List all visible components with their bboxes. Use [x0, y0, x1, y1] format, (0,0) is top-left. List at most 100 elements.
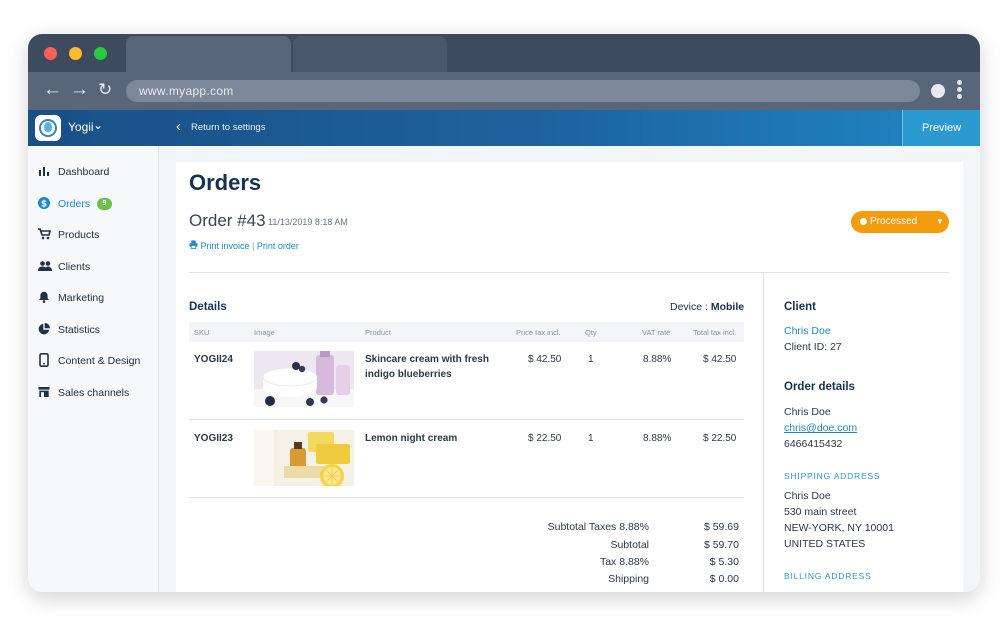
- browser-titlebar: [28, 34, 980, 72]
- sidebar-item-statistics[interactable]: Statistics: [38, 321, 158, 339]
- app-logo: [35, 115, 61, 141]
- totals-label: Shipping: [608, 573, 649, 585]
- sidebar-item-label: Clients: [58, 261, 91, 273]
- minimize-window-button[interactable]: [69, 47, 82, 60]
- preview-button[interactable]: Preview: [902, 110, 980, 146]
- browser-menu-icon[interactable]: [957, 80, 963, 101]
- printer-icon: [189, 240, 198, 249]
- row-total: $ 22.50: [703, 433, 737, 444]
- details-heading: Details: [189, 301, 227, 313]
- status-label: Processed: [870, 216, 918, 227]
- order-details-heading: Order details: [784, 381, 855, 393]
- order-content-panel: Orders Order #43 11/13/2019 8:18 AM Prin…: [176, 162, 963, 592]
- sidebar-item-label: Content & Design: [58, 355, 141, 367]
- sidebar-item-label: Dashboard: [58, 166, 110, 178]
- row-sku: YOGII23: [194, 433, 233, 444]
- chevron-down-icon[interactable]: ⌄: [93, 118, 103, 132]
- svg-text:$: $: [41, 199, 47, 209]
- page-title: Orders: [189, 170, 262, 195]
- row-total: $ 42.50: [703, 354, 737, 365]
- column-header-total: Total tax incl.: [693, 328, 737, 337]
- row-sku: YOGII24: [194, 354, 233, 365]
- sidebar-item-content-design[interactable]: Content & Design: [38, 352, 158, 370]
- row-qty: 1: [588, 433, 594, 444]
- column-header-vat: VAT rate: [642, 328, 671, 337]
- close-window-button[interactable]: [44, 47, 57, 60]
- sidebar-item-label: Sales channels: [58, 387, 130, 399]
- row-product-name[interactable]: Lemon night cream: [365, 431, 495, 446]
- sidebar-item-clients[interactable]: Clients: [38, 258, 158, 276]
- order-status-dropdown[interactable]: Processed ▼: [851, 211, 949, 233]
- address-bar[interactable]: www.myapp.com: [126, 80, 920, 102]
- totals-value: $ 5.30: [709, 556, 739, 568]
- row-qty: 1: [588, 354, 594, 365]
- row-product-name[interactable]: Skincare cream with fresh indigo blueber…: [365, 352, 495, 382]
- row-price: $ 22.50: [528, 433, 562, 444]
- totals-label: Tax 8.88%: [599, 556, 649, 568]
- column-header-image: Image: [254, 328, 275, 337]
- print-order-link[interactable]: Print order: [257, 241, 299, 251]
- forward-arrow-icon[interactable]: →: [70, 80, 89, 100]
- shipping-line: Chris Doe: [784, 490, 831, 502]
- totals-value: $ 59.70: [703, 539, 739, 551]
- reload-icon[interactable]: ↻: [98, 80, 112, 100]
- store-icon: [38, 387, 50, 397]
- orders-count-badge: 9: [97, 198, 112, 210]
- drop-icon: [44, 122, 52, 132]
- lemon-cream-image: [254, 430, 354, 486]
- sidebar-item-dashboard[interactable]: Dashboard: [38, 163, 158, 181]
- phone-icon: [39, 353, 49, 367]
- shipping-line: 530 main street: [784, 506, 857, 518]
- column-header-qty: Qty: [585, 328, 597, 337]
- device-info: Device : Mobile: [670, 301, 744, 313]
- app-header: Yogii ⌄ ‹ Return to settings Preview: [28, 110, 980, 146]
- device-value: Mobile: [710, 301, 745, 313]
- sidebar-item-marketing[interactable]: Marketing: [38, 289, 158, 307]
- totals-value: $ 59.69: [703, 521, 739, 533]
- cart-icon: [38, 228, 51, 240]
- billing-address-heading: BILLING ADDRESS: [784, 571, 872, 581]
- row-vat: 8.88%: [643, 433, 672, 444]
- browser-tab-active[interactable]: [126, 36, 291, 72]
- pie-chart-icon: [38, 323, 50, 335]
- product-image: [254, 351, 354, 407]
- print-invoice-link[interactable]: Print invoice: [201, 241, 250, 251]
- shipping-address-heading: SHIPPING ADDRESS: [784, 471, 881, 481]
- client-name-link[interactable]: Chris Doe: [784, 325, 831, 337]
- sidebar-item-label: Orders: [58, 198, 91, 210]
- column-header-price: Price tax incl.: [516, 328, 561, 337]
- caret-down-icon[interactable]: ▼: [936, 211, 944, 233]
- client-id: Client ID: 27: [784, 341, 842, 353]
- sidebar-item-sales-channels[interactable]: Sales channels: [38, 384, 158, 402]
- return-to-settings-link[interactable]: Return to settings: [191, 122, 265, 133]
- profile-icon[interactable]: [931, 84, 945, 98]
- status-dot-icon: [860, 218, 867, 225]
- sidebar-item-orders[interactable]: $ Orders 9: [38, 195, 158, 213]
- sidebar-item-label: Marketing: [58, 292, 105, 304]
- row-divider: [189, 419, 744, 420]
- row-price: $ 42.50: [528, 354, 562, 365]
- sidebar-item-products[interactable]: Products: [38, 226, 158, 244]
- customer-name: Chris Doe: [784, 406, 831, 418]
- client-heading: Client: [784, 301, 816, 313]
- chevron-left-icon[interactable]: ‹: [176, 118, 181, 135]
- browser-toolbar: ← → ↻ www.myapp.com: [28, 72, 980, 110]
- totals-label: Subtotal: [610, 539, 649, 551]
- browser-window: ← → ↻ www.myapp.com Yogii ⌄ ‹ Return to …: [28, 34, 980, 592]
- row-vat: 8.88%: [643, 354, 672, 365]
- brand-name[interactable]: Yogii: [68, 120, 94, 134]
- browser-tab[interactable]: [293, 36, 447, 72]
- totals-label: Subtotal Taxes 8.88%: [547, 521, 649, 533]
- shipping-line: UNITED STATES: [784, 538, 866, 550]
- dollar-icon: $: [38, 197, 50, 209]
- people-icon: [38, 261, 52, 271]
- zoom-window-button[interactable]: [94, 47, 107, 60]
- products-table-header: SKU Image Product Price tax incl. Qty VA…: [189, 322, 744, 342]
- link-separator: |: [249, 241, 257, 251]
- back-arrow-icon[interactable]: ←: [43, 80, 62, 100]
- customer-email-link[interactable]: chris@doe.com: [784, 422, 857, 434]
- print-links: Print invoice | Print order: [189, 240, 299, 251]
- divider: [189, 272, 949, 273]
- column-divider: [763, 272, 764, 592]
- sidebar-item-label: Statistics: [58, 324, 101, 336]
